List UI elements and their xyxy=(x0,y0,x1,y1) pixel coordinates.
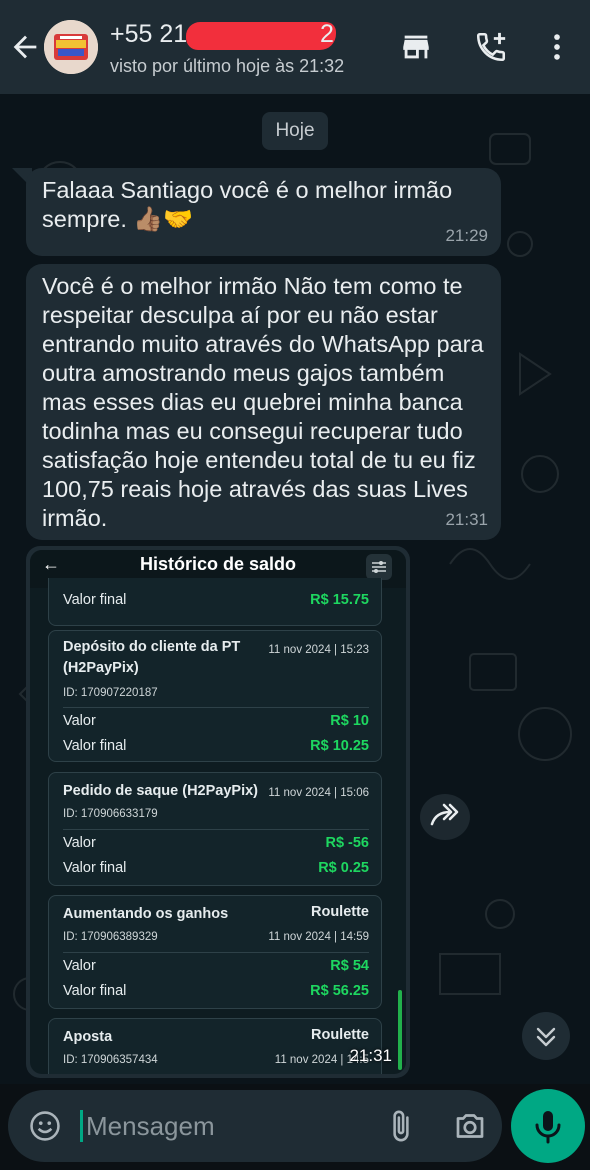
message-text: Você é o melhor irmão Não tem como te re… xyxy=(42,273,484,531)
card-divider xyxy=(63,952,369,953)
balance-history-screenshot: ← Histórico de saldo Valor final R$ 15.7… xyxy=(30,550,406,1074)
contact-name-suffix[interactable]: 2 xyxy=(320,20,334,49)
scroll-to-bottom-icon[interactable] xyxy=(522,1012,570,1060)
final-value-label: Valor final xyxy=(63,860,127,876)
history-card: Depósito do cliente da PT (H2PayPix) 11 … xyxy=(48,630,382,762)
message-bubble[interactable]: Falaaa Santiago você é o melhor irmão se… xyxy=(26,168,501,256)
final-value-label: Valor final xyxy=(63,592,127,608)
message-time: 21:29 xyxy=(445,226,488,245)
value-label: Valor xyxy=(63,958,96,974)
history-card: Pedido de saque (H2PayPix) 11 nov 2024 |… xyxy=(48,772,382,886)
attach-icon[interactable] xyxy=(384,1108,418,1144)
card-title: Aumentando os ganhos xyxy=(63,906,229,922)
card-title: Pedido de saque (H2PayPix) xyxy=(63,783,259,799)
camera-icon[interactable] xyxy=(452,1108,488,1144)
final-value: R$ 15.75 xyxy=(310,592,369,608)
emoji-thumbs-handshake: 👍🏽🤝 xyxy=(133,205,194,233)
card-id: ID: 170906389329 xyxy=(63,931,158,943)
value-label: Valor xyxy=(63,713,96,729)
card-title: Depósito do cliente da PT (H2PayPix) xyxy=(63,639,241,676)
history-card: Aumentando os ganhos Roulette ID: 170906… xyxy=(48,895,382,1009)
screenshot-scrollbar xyxy=(398,990,402,1070)
card-divider xyxy=(63,829,369,830)
card-divider xyxy=(63,707,369,708)
card-date: 11 nov 2024 | 14:59 xyxy=(268,931,369,943)
card-date: 11 nov 2024 | 15:06 xyxy=(268,787,369,799)
card-title: Aposta xyxy=(63,1029,113,1045)
redaction-mark xyxy=(186,22,336,50)
final-value-label: Valor final xyxy=(63,983,127,999)
last-seen-status: visto por último hoje às 21:32 xyxy=(110,56,345,76)
history-card-partial: Valor final R$ 15.75 xyxy=(48,578,382,626)
message-bubble[interactable]: Você é o melhor irmão Não tem como te re… xyxy=(26,264,501,540)
value: R$ 10 xyxy=(330,713,369,729)
message-time: 21:31 xyxy=(349,1046,392,1065)
chat-header: +55 21 2 visto por último hoje às 21:32 xyxy=(0,0,590,94)
forward-icon[interactable] xyxy=(420,794,470,840)
screenshot-title: Histórico de saldo xyxy=(139,554,297,574)
final-value: R$ 10.25 xyxy=(310,738,369,754)
store-icon[interactable] xyxy=(399,30,433,64)
card-date: 11 nov 2024 | 15:23 xyxy=(268,644,369,656)
message-composer xyxy=(8,1090,502,1162)
text-caret xyxy=(80,1110,83,1142)
history-card: Aposta Roulette ID: 170906357434 11 nov … xyxy=(48,1018,382,1074)
final-value: R$ 0.25 xyxy=(318,860,369,876)
more-vert-icon[interactable] xyxy=(540,30,574,64)
emoji-icon[interactable] xyxy=(28,1109,62,1143)
mic-icon[interactable] xyxy=(511,1089,585,1163)
message-text: Falaaa Santiago você é o melhor irmão se… xyxy=(42,177,453,232)
add-call-icon[interactable] xyxy=(474,30,508,64)
screenshot-filter-icon xyxy=(366,554,392,580)
final-value: R$ 56.25 xyxy=(310,983,369,999)
message-time: 21:31 xyxy=(445,510,488,529)
image-message[interactable]: ← Histórico de saldo Valor final R$ 15.7… xyxy=(26,546,410,1078)
card-id: ID: 170906633179 xyxy=(63,808,158,820)
value-label: Valor xyxy=(63,835,96,851)
back-arrow-icon[interactable] xyxy=(8,30,42,64)
chat-area[interactable]: Hoje Falaaa Santiago você é o melhor irm… xyxy=(0,94,590,1084)
card-game: Roulette xyxy=(311,904,369,920)
avatar[interactable] xyxy=(44,20,98,74)
value: R$ -56 xyxy=(325,835,369,851)
date-chip: Hoje xyxy=(262,112,328,150)
contact-name[interactable]: +55 21 xyxy=(110,20,187,49)
value: R$ 54 xyxy=(330,958,369,974)
final-value-label: Valor final xyxy=(63,738,127,754)
message-input[interactable] xyxy=(86,1104,376,1148)
card-id: ID: 170907220187 xyxy=(63,687,158,699)
card-id: ID: 170906357434 xyxy=(63,1054,158,1066)
card-game: Roulette xyxy=(311,1027,369,1043)
